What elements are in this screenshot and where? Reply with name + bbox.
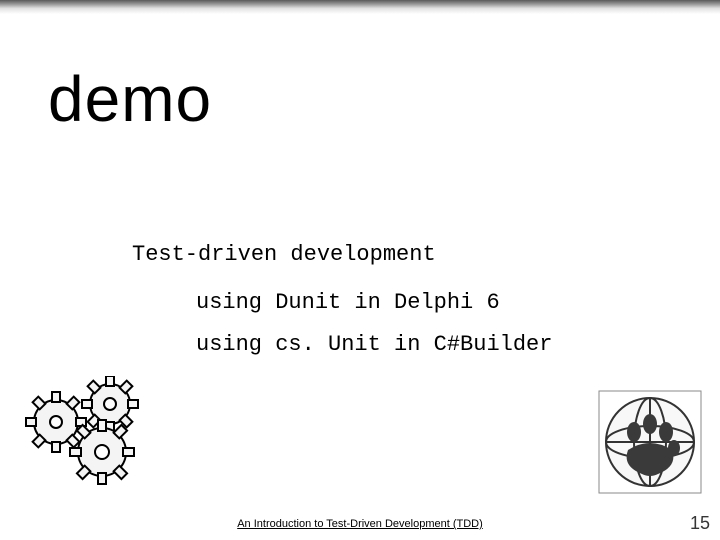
slide: demo Test-driven development using Dunit… bbox=[0, 0, 720, 540]
slide-subtitle: Test-driven development bbox=[132, 242, 436, 267]
top-gradient-bar bbox=[0, 0, 720, 14]
bullet-line-1: using Dunit in Delphi 6 bbox=[196, 290, 500, 315]
bullet-line-2: using cs. Unit in C#Builder bbox=[196, 332, 552, 357]
globe-icon bbox=[598, 390, 702, 494]
slide-title: demo bbox=[48, 62, 212, 136]
gears-icon bbox=[22, 376, 162, 486]
page-number: 15 bbox=[690, 513, 710, 534]
footer-text: An Introduction to Test-Driven Developme… bbox=[0, 518, 720, 530]
